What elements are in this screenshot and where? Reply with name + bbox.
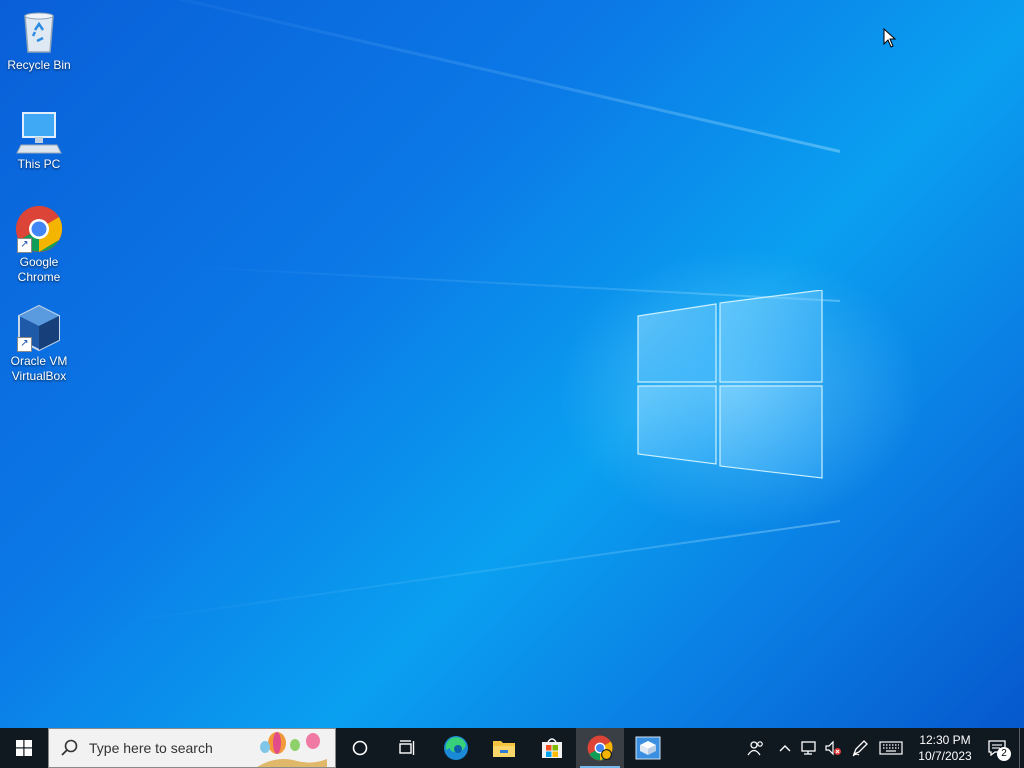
start-button[interactable] (0, 728, 48, 768)
touch-keyboard-button[interactable] (875, 728, 907, 768)
mouse-cursor-icon (883, 28, 897, 48)
chrome-icon (587, 735, 613, 761)
virtualbox-taskbar-button[interactable] (624, 728, 672, 768)
notification-count-badge: 2 (997, 747, 1011, 761)
file-explorer-taskbar-button[interactable] (480, 728, 528, 768)
desktop-icon-label: This PC (17, 157, 61, 171)
desktop-icon-oracle-vm-virtualbox[interactable]: ↗ Oracle VM VirtualBox (4, 304, 74, 384)
file-explorer-icon (493, 741, 515, 757)
desktop[interactable]: Recycle Bin This PC ↗ Google Chrome ↗ Or… (0, 0, 1024, 728)
desktop-icon-recycle-bin[interactable]: Recycle Bin (4, 8, 74, 73)
virtualbox-manager-icon (635, 736, 661, 760)
desktop-icon-label: Chrome (17, 270, 61, 284)
this-pc-icon (16, 112, 62, 154)
microsoft-store-taskbar-button[interactable] (528, 728, 576, 768)
recycle-bin-icon (24, 12, 54, 53)
network-icon (801, 741, 816, 755)
volume-button[interactable] (821, 728, 845, 768)
hot-air-balloons-icon (257, 732, 327, 767)
windows-start-icon (16, 740, 32, 756)
task-view-icon (399, 740, 415, 755)
light-beam (79, 0, 841, 153)
chrome-taskbar-button[interactable] (576, 728, 624, 768)
people-button[interactable] (739, 728, 773, 768)
clock-time: 12:30 PM (919, 733, 971, 747)
desktop-icon-this-pc[interactable]: This PC (4, 107, 74, 172)
desktop-icon-label: Google (19, 255, 59, 269)
taskbar: Type here to search 12:30 PM 10/7/2023 2 (0, 728, 1024, 768)
desktop-icon-label: Oracle VM (10, 354, 68, 368)
people-icon (747, 741, 763, 756)
pen-icon (852, 740, 868, 757)
show-hidden-icons-button[interactable] (773, 728, 797, 768)
search-placeholder: Type here to search (89, 740, 213, 756)
task-view-button[interactable] (384, 728, 432, 768)
shortcut-arrow-icon: ↗ (17, 337, 32, 352)
clock-date: 10/7/2023 (918, 749, 972, 763)
microsoft-store-icon (542, 738, 562, 758)
cortana-button[interactable] (336, 728, 384, 768)
desktop-icon-label: VirtualBox (11, 369, 67, 383)
edge-taskbar-button[interactable] (432, 728, 480, 768)
desktop-icon-label: Recycle Bin (7, 58, 71, 72)
pen-workspace-button[interactable] (845, 728, 875, 768)
keyboard-icon (879, 741, 903, 755)
search-box[interactable]: Type here to search (48, 728, 336, 768)
light-beam (107, 520, 841, 625)
action-center-button[interactable]: 2 (977, 728, 1017, 768)
shortcut-arrow-icon: ↗ (17, 238, 32, 253)
edge-icon (444, 736, 468, 760)
search-icon (61, 739, 78, 756)
desktop-icon-google-chrome[interactable]: ↗ Google Chrome (4, 205, 74, 285)
chevron-up-icon (779, 745, 791, 752)
cortana-icon (352, 740, 368, 756)
volume-muted-icon (825, 740, 841, 756)
show-desktop-button[interactable] (1019, 728, 1024, 768)
network-button[interactable] (797, 728, 821, 768)
windows-logo-wallpaper (637, 290, 823, 479)
clock[interactable]: 12:30 PM 10/7/2023 (913, 732, 977, 764)
